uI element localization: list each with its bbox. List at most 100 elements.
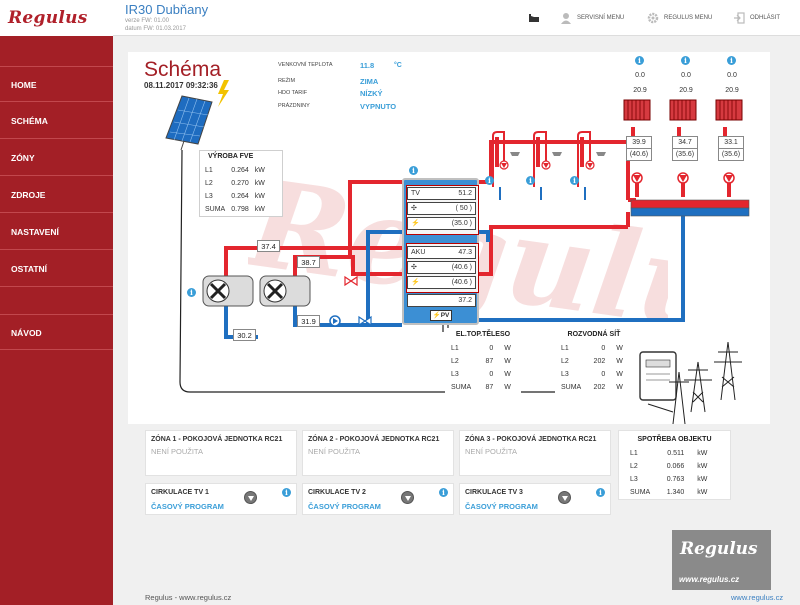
radiator-1-power: 0.0 [635,72,645,79]
lightning-icon: ⚡ [432,312,441,319]
manifold [630,199,750,209]
info-icon[interactable]: i [570,176,579,185]
regulus-menu-button[interactable]: REGULUS MENU [647,12,712,24]
circulation-3-title: CIRKULACE TV 3 [465,489,523,496]
circulation-pump-icon[interactable] [401,491,414,504]
aku-setpoint-row[interactable]: ✣ (40.6 ) [407,261,476,274]
regulus-menu-label: REGULUS MENU [664,15,713,21]
tv-setpoint-row[interactable]: ✣( 50 ) [407,202,476,215]
table-row: L1 0.264 kW [205,167,265,174]
sidebar-item-schema[interactable]: SCHÉMA [0,103,113,139]
gear-icon [647,12,659,24]
lightning-icon: ⚡ [411,220,420,227]
fve-title: VÝROBA FVE [208,153,254,160]
brand-url: www.regulus.cz [679,575,740,584]
sidebar-item-sources[interactable]: ZDROJE [0,177,113,213]
circulation-1-title: CIRKULACE TV 1 [151,489,209,496]
table-row: L2 0.270 kW [205,180,265,187]
circulation-2-panel[interactable]: CIRKULACE TV 2 ČASOVÝ PROGRAM i [302,483,454,515]
fan-icon: ✣ [411,264,417,271]
table-row: L1 0.511 kW [630,450,708,457]
fve-production-box: VÝROBA FVE L1 0.264 kW L2 0.270 kW L3 0.264 kW… [199,150,283,217]
header: IR30 Dubňany verze FW: 01.00 datum FW: 0… [113,0,800,36]
zone-1-panel[interactable]: ZÓNA 1 - POKOJOVÁ JEDNOTKA RC21 NENÍ POU… [145,430,297,476]
flag-button[interactable] [528,12,540,24]
sidebar-item-other[interactable]: OSTATNÍ [0,251,113,287]
consumption-panel: SPOTŘEBA OBJEKTU L1 0.511 kW L2 0.066 kW L3 0… [618,430,731,500]
aku-heater-row[interactable]: ⚡ (40.6 ) [407,276,476,289]
info-icon[interactable]: i [409,166,418,175]
el-heater-table: L1 0 W L2 87 W L3 0 W SUMA 87 W [448,342,514,394]
circulation-3-status: ČASOVÝ PROGRAM [465,502,538,511]
logout-icon [734,12,745,24]
info-icon[interactable]: i [727,56,736,65]
lightning-icon [218,80,229,107]
table-row: L1 0 W [561,345,623,352]
table-row: SUMA 202 W [561,384,623,391]
radiator-icon [623,99,743,121]
sidebar-item-manual[interactable]: NÁVOD [0,314,113,350]
table-row: SUMA 87 W [451,384,511,391]
zone-3-status: NENÍ POUŽITA [465,447,517,456]
firmware-version: verze FW: 01.00 [125,18,169,24]
table-row: L2 87 W [451,358,511,365]
zone-2-status: NENÍ POUŽITA [308,447,360,456]
aku-temp-row: AKU 47.3 [407,246,476,259]
footer-link[interactable]: Regulus - www.regulus.cz [145,593,231,602]
logo-box: Regulus [0,0,113,36]
zone-2-title: ZÓNA 2 - POKOJOVÁ JEDNOTKA RC21 [308,436,440,443]
consumption-title: SPOTŘEBA OBJEKTU [637,436,712,443]
tv-temp-row: TV 51.2 [407,187,476,200]
tv-heater-row[interactable]: ⚡ (35.0 ) [407,217,476,230]
table-row: SUMA 1.340 kW [630,489,708,496]
logout-button[interactable]: ODHLÁSIT [733,12,780,24]
page: Regulus IR30 Dubňany verze FW: 01.00 dat… [0,0,800,605]
brand-box[interactable]: Regulus www.regulus.cz [672,530,771,590]
radiator-3-setpoint: (35.6) [718,148,744,161]
service-menu-button[interactable]: SERVISNÍ MENU [560,12,624,24]
zone-3-title: ZÓNA 3 - POKOJOVÁ JEDNOTKA RC21 [465,436,597,443]
heat-pump-2-icon [259,275,311,307]
user-icon [561,13,571,24]
circulation-pump-icon[interactable] [558,491,571,504]
info-icon[interactable]: i [635,56,644,65]
radiator-2-power: 0.0 [681,72,691,79]
zone-3-panel[interactable]: ZÓNA 3 - POKOJOVÁ JEDNOTKA RC21 NENÍ POU… [459,430,611,476]
brand-logo: Regulus [680,539,758,559]
info-icon[interactable]: i [596,488,605,497]
pump-icon [329,315,341,327]
info-icon[interactable]: i [526,176,535,185]
regulus-logo[interactable]: Regulus [8,8,88,28]
circulation-pump-icon[interactable] [244,491,257,504]
page-title: IR30 Dubňany [125,2,209,17]
radiator-3-temp: 20.9 [725,87,739,94]
electric-meter-icon [639,351,677,401]
info-icon[interactable]: i [485,176,494,185]
info-icon[interactable]: i [282,488,291,497]
logout-label: ODHLÁSIT [750,15,781,21]
grid-table: L1 0 W L2 202 W L3 0 W SUMA 202 W [558,342,626,394]
circulation-3-panel[interactable]: CIRKULACE TV 3 ČASOVÝ PROGRAM i [459,483,611,515]
lightning-icon: ⚡ [411,279,420,286]
firmware-date: datum FW: 01.03.2017 [125,26,186,32]
sidebar-item-home[interactable]: HOME [0,66,113,102]
radiator-2-temp: 20.9 [679,87,693,94]
table-row: L3 0 W [561,371,623,378]
circuit-pump-icon [631,172,735,184]
service-menu-label: SERVISNÍ MENU [577,15,625,21]
table-row: L3 0 W [451,371,511,378]
hp-return-temp: 30.2 [233,329,256,341]
table-row: L2 202 W [561,358,623,365]
zone-2-panel[interactable]: ZÓNA 2 - POKOJOVÁ JEDNOTKA RC21 NENÍ POU… [302,430,454,476]
info-icon[interactable]: i [681,56,690,65]
info-icon[interactable]: i [439,488,448,497]
sidebar-item-zones[interactable]: ZÓNY [0,140,113,176]
radiator-1-setpoint: (40.6) [626,148,652,161]
footer-url-link[interactable]: www.regulus.cz [731,593,783,602]
table-row: L1 0 W [451,345,511,352]
sidebar: HOME SCHÉMA ZÓNY ZDROJE NASTAVENÍ OSTATN… [0,36,113,605]
info-icon[interactable]: i [187,288,196,297]
radiator-2-setpoint: (35.6) [672,148,698,161]
sidebar-item-settings[interactable]: NASTAVENÍ [0,214,113,250]
circulation-1-panel[interactable]: CIRKULACE TV 1 ČASOVÝ PROGRAM i [145,483,297,515]
